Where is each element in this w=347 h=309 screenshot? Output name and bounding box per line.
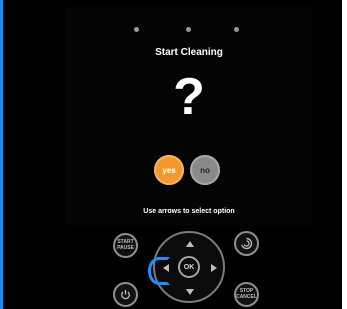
no-option-button[interactable]: no [190, 155, 220, 185]
arrow-up-button[interactable] [186, 241, 194, 247]
arrow-down-button[interactable] [186, 289, 194, 295]
focus-highlight [148, 257, 170, 285]
stop-cancel-label: STOP CANCEL [236, 288, 257, 300]
yes-label: yes [162, 165, 176, 175]
start-pause-label: START PAUSE [117, 239, 134, 251]
screen-title: Start Cleaning [155, 47, 223, 58]
start-pause-button[interactable]: START PAUSE [113, 233, 138, 258]
page-dot [234, 27, 239, 32]
no-label: no [200, 165, 210, 175]
spot-cleaning-button[interactable] [234, 231, 259, 256]
yes-option-button[interactable]: yes [154, 155, 184, 185]
power-icon [121, 290, 130, 300]
page-dot [134, 27, 139, 32]
ok-button[interactable]: OK [178, 256, 200, 278]
power-button[interactable] [113, 282, 138, 307]
display-screen: Start Cleaning ? yes no Use arrows to se… [66, 7, 312, 225]
spot-cleaning-icon [241, 237, 253, 250]
page-dot [186, 27, 191, 32]
arrow-right-button[interactable] [211, 264, 217, 272]
instruction-text: Use arrows to select option [143, 208, 235, 215]
question-mark-icon: ? [173, 68, 205, 126]
device-panel: Start Cleaning ? yes no Use arrows to se… [3, 0, 342, 309]
stop-cancel-button[interactable]: STOP CANCEL [234, 282, 259, 307]
